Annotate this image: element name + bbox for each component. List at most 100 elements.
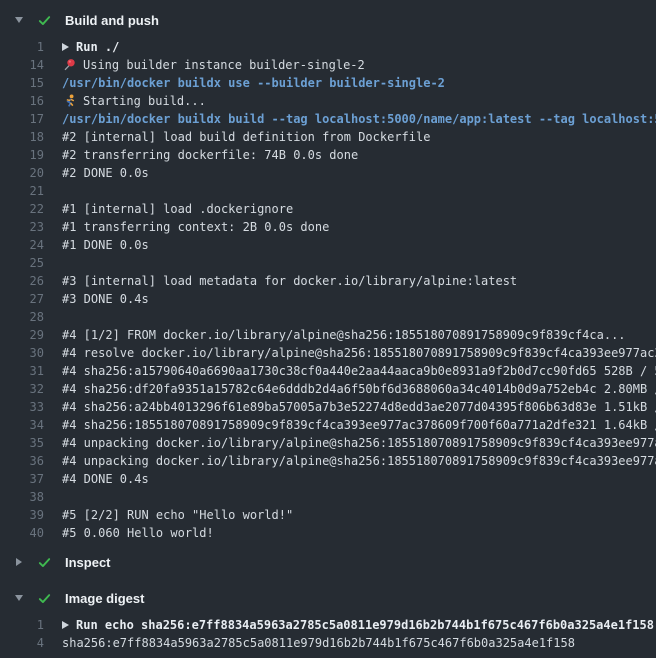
log-line: 25 bbox=[0, 254, 656, 272]
chevron-down-icon bbox=[15, 595, 23, 601]
section-header-inspect[interactable]: Inspect bbox=[0, 552, 656, 572]
log-text: #5 [2/2] RUN echo "Hello world!" bbox=[62, 506, 293, 524]
log-text: Run ./ bbox=[76, 38, 119, 56]
line-number[interactable]: 22 bbox=[0, 200, 44, 218]
log-line: 15 /usr/bin/docker buildx use --builder … bbox=[0, 74, 656, 92]
section-title: Image digest bbox=[65, 591, 144, 606]
log-line: 31 #4 sha256:a15790640a6690aa1730c38cf0a… bbox=[0, 362, 656, 380]
log-text: #4 sha256:df20fa9351a15782c64e6dddb2d4a6… bbox=[62, 380, 656, 398]
log-line: 37 #4 DONE 0.4s bbox=[0, 470, 656, 488]
log-line: 4 sha256:e7ff8834a5963a2785c5a0811e979d1… bbox=[0, 634, 656, 652]
log-line: 23 #1 transferring context: 2B 0.0s done bbox=[0, 218, 656, 236]
log-line: 24 #1 DONE 0.0s bbox=[0, 236, 656, 254]
line-number[interactable]: 15 bbox=[0, 74, 44, 92]
line-number[interactable]: 25 bbox=[0, 254, 44, 272]
log-text: #1 DONE 0.0s bbox=[62, 236, 149, 254]
pushpin-icon bbox=[62, 58, 76, 72]
log-text: /usr/bin/docker buildx build --tag local… bbox=[62, 110, 656, 128]
line-number[interactable]: 19 bbox=[0, 146, 44, 164]
line-number[interactable]: 21 bbox=[0, 182, 44, 200]
log-text: /usr/bin/docker buildx use --builder bui… bbox=[62, 74, 445, 92]
log-section: Image digest 1 Run echo sha256:e7ff8834a… bbox=[0, 588, 656, 652]
play-triangle-icon[interactable] bbox=[62, 621, 69, 629]
log-text: #1 transferring context: 2B 0.0s done bbox=[62, 218, 329, 236]
log-sections: Build and push 1 Run ./ 14 bbox=[0, 0, 656, 652]
section-header-build-and-push[interactable]: Build and push bbox=[0, 10, 656, 30]
log-line: 40 #5 0.060 Hello world! bbox=[0, 524, 656, 542]
actions-log-viewer: { "page": { "background": "#262c33" }, "… bbox=[0, 0, 656, 658]
log-line: 22 #1 [internal] load .dockerignore bbox=[0, 200, 656, 218]
log-line: 14 Using builder instance builder-single… bbox=[0, 56, 656, 74]
line-number[interactable]: 16 bbox=[0, 92, 44, 110]
log-text: Starting build... bbox=[83, 92, 206, 110]
line-number[interactable]: 24 bbox=[0, 236, 44, 254]
log-text: #5 0.060 Hello world! bbox=[62, 524, 214, 542]
log-line: 33 #4 sha256:a24bb4013296f61e89ba57005a7… bbox=[0, 398, 656, 416]
line-number[interactable]: 28 bbox=[0, 308, 44, 326]
log-text: #4 sha256:a24bb4013296f61e89ba57005a7b3e… bbox=[62, 398, 656, 416]
log-text: Using builder instance builder-single-2 bbox=[83, 56, 365, 74]
log-line: 18 #2 [internal] load build definition f… bbox=[0, 128, 656, 146]
log-text: #4 unpacking docker.io/library/alpine@sh… bbox=[62, 452, 656, 470]
log-line: 28 bbox=[0, 308, 656, 326]
log-line: 35 #4 unpacking docker.io/library/alpine… bbox=[0, 434, 656, 452]
log-line: 1 Run ./ bbox=[0, 38, 656, 56]
line-number[interactable]: 40 bbox=[0, 524, 44, 542]
line-number[interactable]: 1 bbox=[0, 616, 44, 634]
log-text: #4 resolve docker.io/library/alpine@sha2… bbox=[62, 344, 656, 362]
section-title: Build and push bbox=[65, 13, 159, 28]
log-line: 21 bbox=[0, 182, 656, 200]
log-line: 16 Starting build... bbox=[0, 92, 656, 110]
log-text: #4 DONE 0.4s bbox=[62, 470, 149, 488]
log-line: 19 #2 transferring dockerfile: 74B 0.0s … bbox=[0, 146, 656, 164]
line-number[interactable]: 37 bbox=[0, 470, 44, 488]
log-line: 39 #5 [2/2] RUN echo "Hello world!" bbox=[0, 506, 656, 524]
log-line: 1 Run echo sha256:e7ff8834a5963a2785c5a0… bbox=[0, 616, 656, 634]
line-number[interactable]: 39 bbox=[0, 506, 44, 524]
log-text: #3 DONE 0.4s bbox=[62, 290, 149, 308]
log-line: 17 /usr/bin/docker buildx build --tag lo… bbox=[0, 110, 656, 128]
line-number[interactable]: 17 bbox=[0, 110, 44, 128]
log-text: #2 transferring dockerfile: 74B 0.0s don… bbox=[62, 146, 358, 164]
log-text: Run echo sha256:e7ff8834a5963a2785c5a081… bbox=[76, 616, 654, 634]
line-number[interactable]: 34 bbox=[0, 416, 44, 434]
log-line: 36 #4 unpacking docker.io/library/alpine… bbox=[0, 452, 656, 470]
log-line: 32 #4 sha256:df20fa9351a15782c64e6dddb2d… bbox=[0, 380, 656, 398]
log-line: 20 #2 DONE 0.0s bbox=[0, 164, 656, 182]
log-text: #2 DONE 0.0s bbox=[62, 164, 149, 182]
line-number[interactable]: 32 bbox=[0, 380, 44, 398]
log-text: #4 sha256:185518070891758909c9f839cf4ca3… bbox=[62, 416, 656, 434]
check-icon bbox=[37, 591, 52, 606]
line-number[interactable]: 36 bbox=[0, 452, 44, 470]
line-number[interactable]: 35 bbox=[0, 434, 44, 452]
line-number[interactable]: 14 bbox=[0, 56, 44, 74]
log-line: 29 #4 [1/2] FROM docker.io/library/alpin… bbox=[0, 326, 656, 344]
check-icon bbox=[37, 13, 52, 28]
runner-icon bbox=[62, 94, 76, 108]
line-number[interactable]: 30 bbox=[0, 344, 44, 362]
log-text: #1 [internal] load .dockerignore bbox=[62, 200, 293, 218]
log-line: 27 #3 DONE 0.4s bbox=[0, 290, 656, 308]
log-section: Build and push 1 Run ./ 14 bbox=[0, 10, 656, 542]
line-number[interactable]: 31 bbox=[0, 362, 44, 380]
line-number[interactable]: 1 bbox=[0, 38, 44, 56]
log-lines: 1 Run echo sha256:e7ff8834a5963a2785c5a0… bbox=[0, 616, 656, 652]
log-text: #2 [internal] load build definition from… bbox=[62, 128, 430, 146]
play-triangle-icon[interactable] bbox=[62, 43, 69, 51]
log-line: 26 #3 [internal] load metadata for docke… bbox=[0, 272, 656, 290]
log-text: #4 sha256:a15790640a6690aa1730c38cf0a440… bbox=[62, 362, 656, 380]
line-number[interactable]: 29 bbox=[0, 326, 44, 344]
log-text: sha256:e7ff8834a5963a2785c5a0811e979d16b… bbox=[62, 634, 575, 652]
log-line: 38 bbox=[0, 488, 656, 506]
line-number[interactable]: 20 bbox=[0, 164, 44, 182]
line-number[interactable]: 27 bbox=[0, 290, 44, 308]
log-text: #4 [1/2] FROM docker.io/library/alpine@s… bbox=[62, 326, 626, 344]
section-header-image-digest[interactable]: Image digest bbox=[0, 588, 656, 608]
line-number[interactable]: 23 bbox=[0, 218, 44, 236]
line-number[interactable]: 18 bbox=[0, 128, 44, 146]
line-number[interactable]: 33 bbox=[0, 398, 44, 416]
log-line: 34 #4 sha256:185518070891758909c9f839cf4… bbox=[0, 416, 656, 434]
line-number[interactable]: 38 bbox=[0, 488, 44, 506]
line-number[interactable]: 4 bbox=[0, 634, 44, 652]
line-number[interactable]: 26 bbox=[0, 272, 44, 290]
